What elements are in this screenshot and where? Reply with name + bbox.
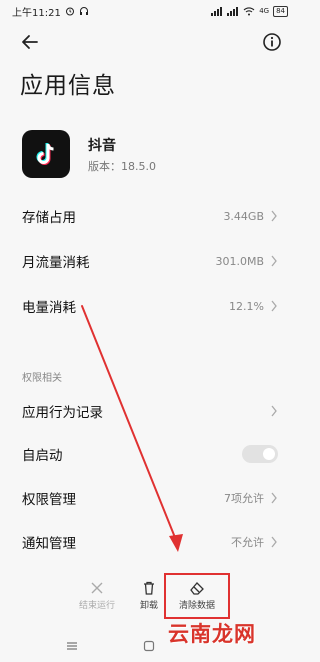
row-permission-management-right: 7项允许 xyxy=(224,490,278,506)
douyin-logo-icon xyxy=(36,143,54,165)
trash-icon xyxy=(144,581,154,595)
row-notification-management-label: 通知管理 xyxy=(22,536,76,552)
row-permission-management[interactable]: 权限管理 7项允许 xyxy=(0,476,300,520)
section-label-permissions: 权限相关 xyxy=(22,373,62,384)
status-time: 上午11:21 xyxy=(12,7,61,19)
battery-level: 84 xyxy=(276,6,285,15)
row-traffic-right: 301.0MB xyxy=(215,255,278,268)
row-battery-right: 12.1% xyxy=(229,300,278,313)
signal-icon xyxy=(211,6,223,16)
close-icon xyxy=(91,582,103,594)
back-arrow-icon[interactable] xyxy=(20,32,40,52)
row-storage-label: 存储占用 xyxy=(22,210,76,226)
app-version: 版本：18.5.0 xyxy=(88,160,156,173)
app-header: 抖音 版本：18.5.0 xyxy=(22,130,282,180)
app-name: 抖音 xyxy=(88,138,116,154)
autostart-toggle[interactable] xyxy=(242,445,278,463)
row-notification-management[interactable]: 通知管理 不允许 xyxy=(0,520,300,564)
highlight-box xyxy=(164,573,230,619)
menu-icon[interactable] xyxy=(66,640,78,652)
row-battery-label: 电量消耗 xyxy=(22,300,76,316)
row-battery[interactable]: 电量消耗 12.1% xyxy=(0,284,300,328)
row-notification-management-right: 不允许 xyxy=(231,534,278,550)
status-right: 4G 84 xyxy=(211,5,288,17)
row-traffic-label: 月流量消耗 xyxy=(22,255,90,271)
chevron-right-icon xyxy=(271,255,277,267)
bottom-actions: 结束运行 卸载 清除数据 xyxy=(0,576,300,624)
douyin-app-icon xyxy=(22,130,70,178)
row-notification-management-value: 不允许 xyxy=(231,536,264,549)
home-icon[interactable] xyxy=(143,640,155,652)
row-storage[interactable]: 存储占用 3.44GB xyxy=(0,194,300,238)
watermark: 云南龙网 xyxy=(168,622,256,646)
row-traffic[interactable]: 月流量消耗 301.0MB xyxy=(0,239,300,283)
row-autostart-label: 自启动 xyxy=(22,448,63,464)
row-permission-management-label: 权限管理 xyxy=(22,492,76,508)
status-bar: 上午11:21 4G 84 xyxy=(0,0,300,22)
battery-icon: 84 xyxy=(273,5,288,17)
toolbar xyxy=(0,28,300,56)
chevron-right-icon xyxy=(271,405,277,417)
row-app-behavior-label: 应用行为记录 xyxy=(22,405,103,421)
row-traffic-value: 301.0MB xyxy=(215,254,264,268)
row-storage-value: 3.44GB xyxy=(223,209,264,223)
page-title: 应用信息 xyxy=(20,73,116,99)
row-autostart: 自启动 xyxy=(0,432,300,476)
chevron-right-icon xyxy=(271,300,277,312)
headphone-icon xyxy=(79,7,88,15)
chevron-right-icon xyxy=(271,210,277,222)
alarm-icon xyxy=(65,7,74,16)
row-battery-value: 12.1% xyxy=(229,299,264,313)
signal-icon-2 xyxy=(227,6,239,16)
row-storage-right: 3.44GB xyxy=(223,210,278,223)
wifi-icon xyxy=(243,6,255,15)
network-type: 4G xyxy=(259,7,270,15)
row-app-behavior-right xyxy=(270,405,278,417)
row-permission-management-value: 7项允许 xyxy=(224,492,264,505)
chevron-right-icon xyxy=(271,536,277,548)
chevron-right-icon xyxy=(271,492,277,504)
status-left: 上午11:21 xyxy=(12,4,89,19)
info-icon[interactable] xyxy=(262,32,282,52)
toggle-knob xyxy=(263,448,275,460)
row-app-behavior[interactable]: 应用行为记录 xyxy=(0,389,300,433)
